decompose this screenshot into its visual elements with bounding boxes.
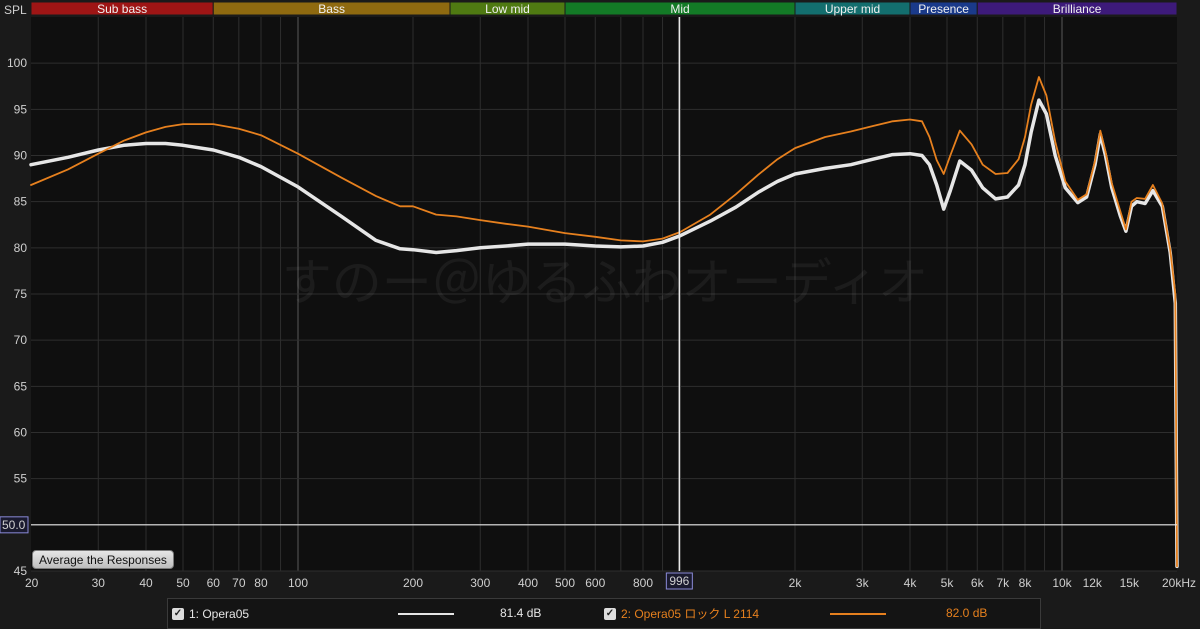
watermark-text: すのー＠ゆるふわオーディオ xyxy=(282,254,929,312)
band-label-2: Low mid xyxy=(485,2,530,16)
legend-item-2-swatch xyxy=(830,613,886,615)
xtick-17: 5k xyxy=(941,576,955,590)
xtick-20: 8k xyxy=(1019,576,1033,590)
xtick-16: 4k xyxy=(904,576,918,590)
xtick-22: 12k xyxy=(1083,576,1103,590)
band-label-5: Presence xyxy=(918,2,969,16)
band-label-1: Bass xyxy=(318,2,345,16)
ytick-11: 100 xyxy=(7,56,27,70)
xtick-1: 30 xyxy=(92,576,106,590)
cursor-freq-label: 996 xyxy=(669,574,689,588)
xtick-24: 20kHz xyxy=(1162,576,1196,590)
frequency-bands: Sub bass Bass Low mid Mid Upper mid Presence B… xyxy=(30,1,1178,16)
checkbox-checked-icon[interactable]: ✓ xyxy=(172,607,184,620)
xtick-14: 2k xyxy=(789,576,803,590)
xtick-21: 10k xyxy=(1052,576,1072,590)
xtick-15: 3k xyxy=(856,576,870,590)
xtick-10: 400 xyxy=(518,576,538,590)
xtick-12: 600 xyxy=(585,576,605,590)
frequency-response-chart[interactable]: Sub bass Bass Low mid Mid Upper mid Presence B… xyxy=(0,0,1200,629)
ytick-8: 85 xyxy=(14,195,28,209)
band-label-0: Sub bass xyxy=(97,2,147,16)
ytick-6: 75 xyxy=(14,287,28,301)
xtick-0: 20 xyxy=(25,576,39,590)
legend-item-2-label: 2: Opera05 ロック L 2114 xyxy=(621,607,760,621)
xtick-2: 40 xyxy=(139,576,153,590)
legend-item-1-label: 1: Opera05 xyxy=(189,606,250,621)
spl-label: SPL xyxy=(4,3,27,17)
legend-item-1-swatch xyxy=(398,613,454,615)
band-label-6: Brilliance xyxy=(1053,2,1102,16)
xtick-6: 80 xyxy=(254,576,268,590)
xtick-13: 800 xyxy=(633,576,653,590)
xtick-23: 15k xyxy=(1120,576,1140,590)
legend-item-2[interactable]: ✓ 2: Opera05 ロック L 2114 xyxy=(604,599,759,628)
xtick-7: 100 xyxy=(288,576,308,590)
legend-item-1-value: 81.4 dB xyxy=(500,606,542,620)
xtick-11: 500 xyxy=(555,576,575,590)
legend-item-1[interactable]: ✓ 1: Opera05 xyxy=(172,599,249,628)
ytick-7: 80 xyxy=(14,241,28,255)
xtick-19: 7k xyxy=(996,576,1010,590)
xtick-18: 6k xyxy=(971,576,985,590)
cursor-level-label: 50.0 xyxy=(2,518,26,532)
band-label-3: Mid xyxy=(670,2,689,16)
average-responses-button[interactable]: Average the Responses xyxy=(32,550,174,569)
ytick-9: 90 xyxy=(14,149,28,163)
xtick-9: 300 xyxy=(470,576,490,590)
ytick-2: 55 xyxy=(14,472,28,486)
ytick-5: 70 xyxy=(14,333,28,347)
xtick-4: 60 xyxy=(207,576,221,590)
checkbox-checked-icon[interactable]: ✓ xyxy=(604,607,616,620)
legend-bar: ✓ 1: Opera05 81.4 dB ✓ 2: Opera05 ロック L … xyxy=(167,598,1041,629)
xtick-5: 70 xyxy=(232,576,246,590)
ytick-3: 60 xyxy=(14,426,28,440)
ytick-10: 95 xyxy=(14,102,28,116)
ytick-4: 65 xyxy=(14,379,28,393)
legend-item-2-value: 82.0 dB xyxy=(946,606,988,620)
xtick-8: 200 xyxy=(403,576,423,590)
xtick-3: 50 xyxy=(176,576,190,590)
band-label-4: Upper mid xyxy=(825,2,880,16)
